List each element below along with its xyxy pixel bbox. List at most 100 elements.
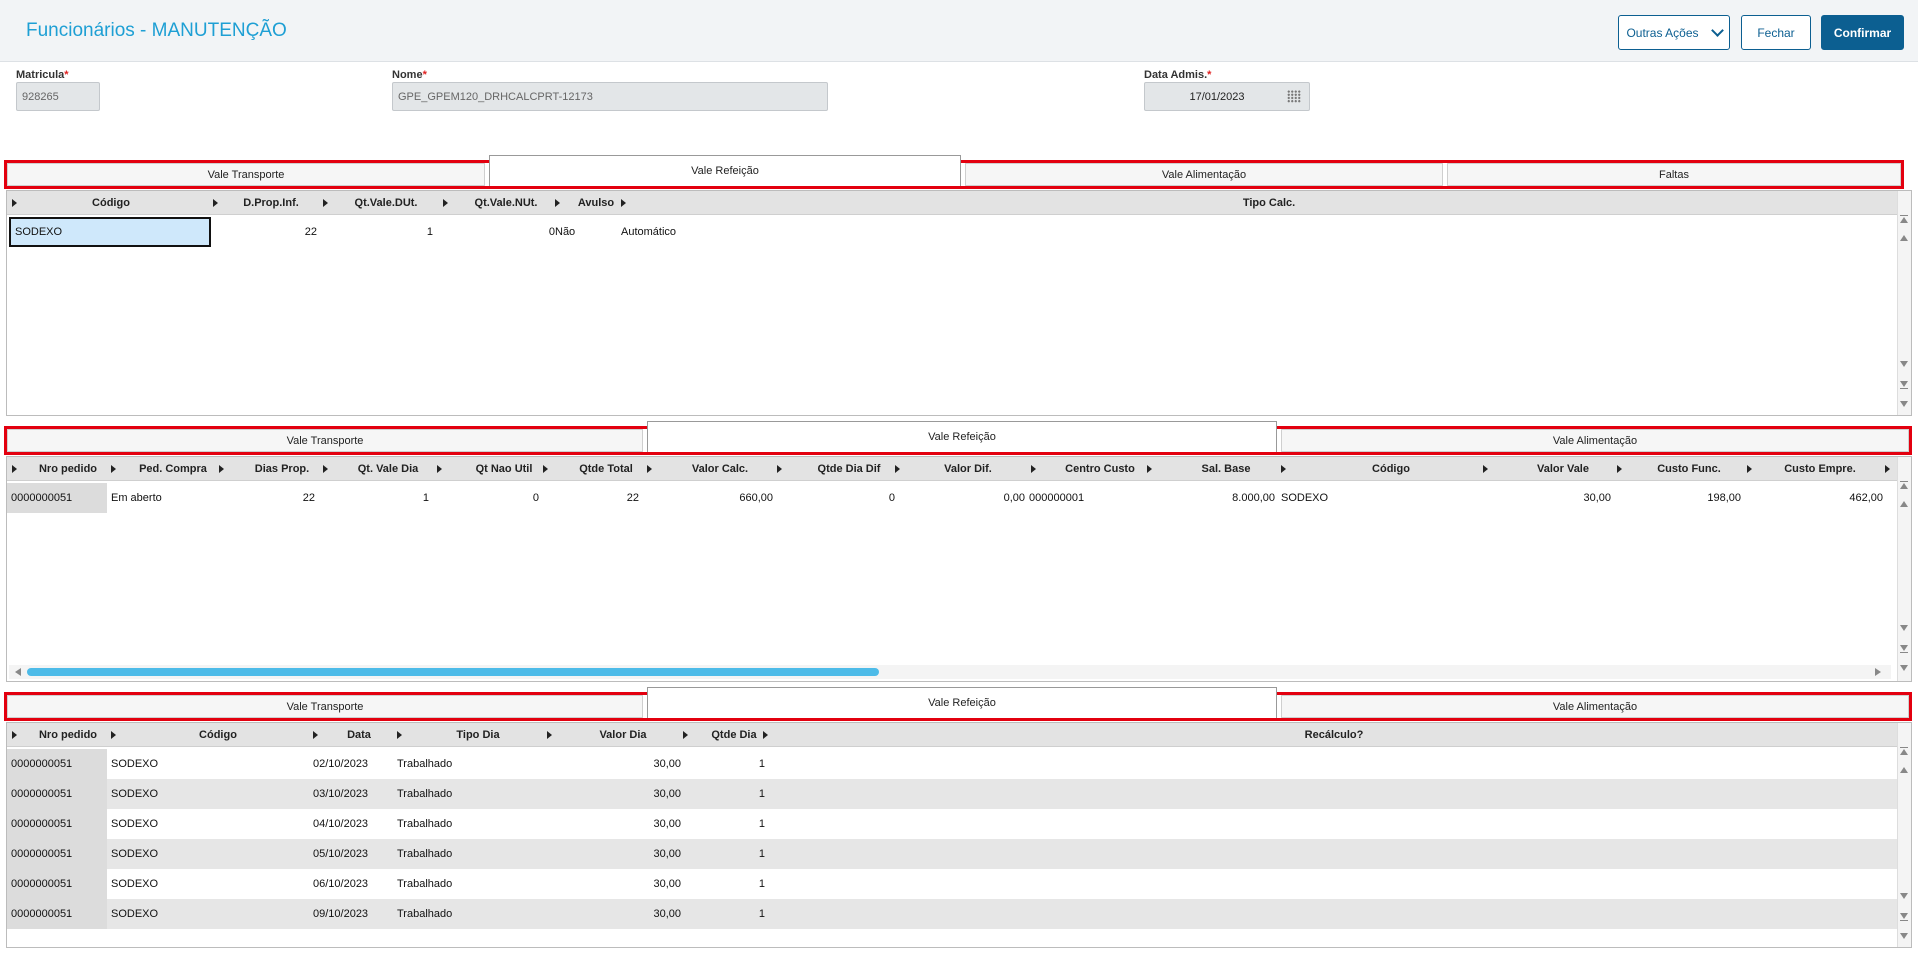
cell-recalculo[interactable] — [771, 839, 1171, 869]
vertical-scrollbar[interactable] — [1897, 723, 1911, 947]
sort-arrow-icon[interactable] — [543, 465, 548, 473]
sort-arrow-icon[interactable] — [555, 199, 560, 207]
sort-arrow-icon[interactable] — [12, 465, 17, 473]
tab-vale-transporte[interactable]: Vale Transporte — [7, 429, 643, 452]
cell-custo-func[interactable]: 198,00 — [1617, 483, 1741, 513]
cell-data[interactable]: 09/10/2023 — [313, 899, 393, 929]
scroll-bottom-icon[interactable] — [1900, 913, 1908, 919]
sort-arrow-icon[interactable] — [12, 731, 17, 739]
tab-vale-alimentacao[interactable]: Vale Alimentação — [965, 163, 1443, 186]
cell-tipo-dia[interactable]: Trabalhado — [397, 749, 517, 779]
table-row[interactable]: 0000000051 SODEXO 03/10/2023 Trabalhado … — [7, 779, 1897, 809]
cell-data[interactable]: 04/10/2023 — [313, 809, 393, 839]
scroll-bottom-icon[interactable] — [1900, 652, 1908, 653]
col-qtde-total[interactable]: Qtde Total — [551, 457, 661, 481]
cell-qtde-dia[interactable]: 1 — [683, 869, 765, 899]
sort-arrow-icon[interactable] — [443, 199, 448, 207]
scroll-up-icon[interactable] — [1900, 767, 1908, 773]
col-centro-custo[interactable]: Centro Custo — [1039, 457, 1161, 481]
sort-arrow-icon[interactable] — [323, 199, 328, 207]
col-sal-base[interactable]: Sal. Base — [1155, 457, 1297, 481]
sort-arrow-icon[interactable] — [763, 731, 768, 739]
cell-valor-dif[interactable]: 0,00 — [895, 483, 1025, 513]
vertical-scrollbar[interactable] — [1897, 191, 1911, 415]
col-dias-prop[interactable]: Dias Prop. — [227, 457, 337, 481]
table-row[interactable]: 0000000051 Em aberto 22 1 0 22 660,00 0 … — [7, 483, 1897, 513]
calendar-icon[interactable] — [1287, 90, 1301, 103]
cell-avulso[interactable]: Não — [555, 217, 615, 247]
scroll-top-icon[interactable] — [1900, 215, 1908, 216]
scroll-left-icon[interactable] — [15, 668, 21, 676]
col-tipo-calc[interactable]: Tipo Calc. — [629, 191, 1909, 215]
col-valor-vale[interactable]: Valor Vale — [1491, 457, 1635, 481]
sort-arrow-icon[interactable] — [1483, 465, 1488, 473]
cell-qtde-dia[interactable]: 1 — [683, 809, 765, 839]
scroll-end-icon[interactable] — [1900, 401, 1908, 407]
sort-arrow-icon[interactable] — [647, 465, 652, 473]
col-codigo[interactable]: Código — [1289, 457, 1493, 481]
sort-arrow-icon[interactable] — [1281, 465, 1286, 473]
cell-qt-vale-nut[interactable]: 0 — [443, 217, 555, 247]
horizontal-scroll-thumb[interactable] — [27, 668, 879, 676]
scroll-up-icon[interactable] — [1900, 501, 1908, 507]
col-qtde-dia-dif[interactable]: Qtde Dia Dif — [785, 457, 913, 481]
col-dprop-inf[interactable]: D.Prop.Inf. — [221, 191, 321, 215]
scroll-right-icon[interactable] — [1875, 668, 1881, 676]
sort-arrow-icon[interactable] — [219, 465, 224, 473]
sort-arrow-icon[interactable] — [397, 731, 402, 739]
col-qt-vale-dut[interactable]: Qt.Vale.DUt. — [331, 191, 441, 215]
scroll-top-icon[interactable] — [1900, 217, 1908, 223]
cell-qtde-total[interactable]: 22 — [543, 483, 639, 513]
cell-codigo[interactable]: SODEXO — [9, 217, 211, 247]
col-codigo[interactable]: Código — [21, 191, 201, 215]
cell-qtde-dia-dif[interactable]: 0 — [777, 483, 895, 513]
cell-qt-vale-dut[interactable]: 1 — [327, 217, 433, 247]
col-qt-vale-dia[interactable]: Qt. Vale Dia — [331, 457, 445, 481]
scroll-top-icon[interactable] — [1900, 747, 1908, 748]
table-row[interactable]: SODEXO 22 1 0 Não Automático — [7, 217, 1897, 247]
col-recalculo[interactable]: Recálculo? — [771, 723, 1897, 747]
cell-qtde-dia[interactable]: 1 — [683, 749, 765, 779]
matricula-field[interactable]: 928265 — [16, 82, 100, 111]
cell-codigo[interactable]: SODEXO — [111, 869, 261, 899]
table-row[interactable]: 0000000051 SODEXO 02/10/2023 Trabalhado … — [7, 749, 1897, 779]
cell-valor-calc[interactable]: 660,00 — [647, 483, 773, 513]
tab-vale-alimentacao[interactable]: Vale Alimentação — [1281, 695, 1909, 718]
sort-arrow-icon[interactable] — [547, 731, 552, 739]
sort-arrow-icon[interactable] — [621, 199, 626, 207]
cell-recalculo[interactable] — [771, 869, 1171, 899]
cell-data[interactable]: 05/10/2023 — [313, 839, 393, 869]
col-nro-pedido[interactable]: Nro pedido — [21, 723, 115, 747]
sort-arrow-icon[interactable] — [1885, 465, 1890, 473]
cell-nro-pedido[interactable]: 0000000051 — [7, 809, 107, 839]
scroll-end-icon[interactable] — [1900, 665, 1908, 671]
sort-arrow-icon[interactable] — [1617, 465, 1622, 473]
cell-tipo-dia[interactable]: Trabalhado — [397, 809, 517, 839]
col-codigo[interactable]: Código — [119, 723, 317, 747]
col-valor-calc[interactable]: Valor Calc. — [655, 457, 785, 481]
cell-tipo-calc[interactable]: Automático — [621, 217, 821, 247]
cell-nro-pedido[interactable]: 0000000051 — [7, 899, 107, 929]
col-valor-dia[interactable]: Valor Dia — [553, 723, 693, 747]
cell-nro-pedido[interactable]: 0000000051 — [7, 779, 107, 809]
cell-qt-vale-dia[interactable]: 1 — [323, 483, 429, 513]
cell-nro-pedido[interactable]: 0000000051 — [7, 483, 107, 513]
sort-arrow-icon[interactable] — [111, 465, 116, 473]
tab-vale-refeicao[interactable]: Vale Refeição — [489, 155, 961, 186]
table-row[interactable]: 0000000051 SODEXO 04/10/2023 Trabalhado … — [7, 809, 1897, 839]
scroll-top-icon[interactable] — [1900, 749, 1908, 755]
vertical-scrollbar[interactable] — [1897, 457, 1911, 681]
fechar-button[interactable]: Fechar — [1741, 15, 1811, 50]
sort-arrow-icon[interactable] — [313, 731, 318, 739]
tab-vale-refeicao[interactable]: Vale Refeição — [647, 421, 1277, 452]
cell-codigo[interactable]: SODEXO — [111, 809, 261, 839]
scroll-up-icon[interactable] — [1900, 235, 1908, 241]
outras-acoes-button[interactable]: Outras Ações — [1618, 15, 1730, 50]
cell-data[interactable]: 03/10/2023 — [313, 779, 393, 809]
sort-arrow-icon[interactable] — [323, 465, 328, 473]
cell-qtde-dia[interactable]: 1 — [683, 899, 765, 929]
tab-vale-transporte[interactable]: Vale Transporte — [7, 163, 485, 186]
col-qt-vale-nut[interactable]: Qt.Vale.NUt. — [451, 191, 561, 215]
cell-valor-dia[interactable]: 30,00 — [547, 839, 681, 869]
cell-qtde-dia[interactable]: 1 — [683, 839, 765, 869]
